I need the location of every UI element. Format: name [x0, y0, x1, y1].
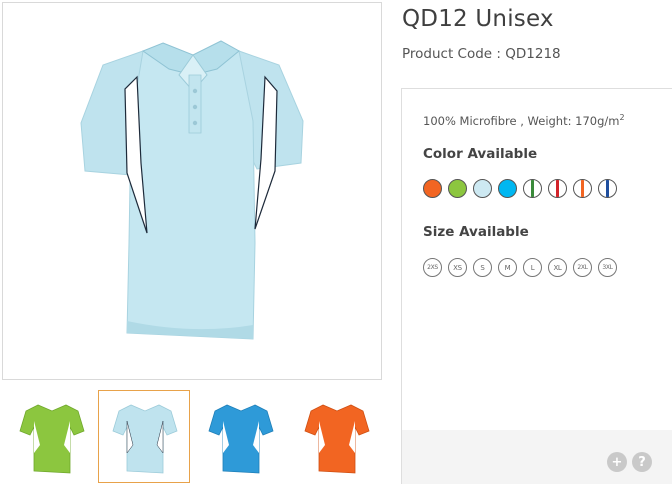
- size-option-l[interactable]: L: [523, 258, 542, 277]
- polo-shirt-thumbnail-icon: [304, 404, 370, 474]
- thumbnail-orange[interactable]: [290, 390, 382, 483]
- color-swatch-white-green[interactable]: [523, 179, 542, 198]
- swatch-stripe: [556, 180, 559, 197]
- product-info-panel: 100% Microfibre , Weight: 170g/m2 Color …: [401, 88, 672, 484]
- zoom-in-button[interactable]: +: [607, 452, 627, 472]
- thumbnail-blue[interactable]: [194, 390, 286, 483]
- size-list: 2XS XS S M L XL 2XL 3XL: [423, 258, 617, 278]
- size-option-m[interactable]: M: [498, 258, 517, 277]
- thumbnail-strip: [0, 388, 384, 484]
- polo-shirt-thumbnail-icon: [19, 404, 85, 474]
- color-swatch-white-orange[interactable]: [573, 179, 592, 198]
- swatch-stripe: [581, 180, 584, 197]
- color-swatch-white-navy[interactable]: [598, 179, 617, 198]
- material-spec-sup: 2: [619, 113, 625, 122]
- material-spec: 100% Microfibre , Weight: 170g/m2: [423, 113, 625, 128]
- help-button[interactable]: ?: [632, 452, 652, 472]
- material-spec-text: 100% Microfibre , Weight: 170g/m: [423, 113, 620, 128]
- color-swatch-light-blue[interactable]: [473, 179, 492, 198]
- polo-shirt-thumbnail-icon: [208, 404, 274, 474]
- product-code: Product Code : QD1218: [402, 46, 561, 62]
- size-option-s[interactable]: S: [473, 258, 492, 277]
- size-available-heading: Size Available: [423, 224, 529, 240]
- main-product-image[interactable]: [2, 2, 382, 380]
- color-available-heading: Color Available: [423, 146, 538, 162]
- info-panel-footer: [402, 430, 672, 484]
- swatch-stripe: [606, 180, 609, 197]
- size-option-2xs[interactable]: 2XS: [423, 258, 442, 277]
- color-swatch-list: [423, 179, 617, 199]
- thumbnail-light-blue[interactable]: [98, 390, 190, 483]
- polo-shirt-image: [80, 40, 304, 340]
- size-option-xs[interactable]: XS: [448, 258, 467, 277]
- product-title: QD12 Unisex: [402, 6, 554, 32]
- color-swatch-sky-blue[interactable]: [498, 179, 517, 198]
- color-swatch-lime[interactable]: [448, 179, 467, 198]
- size-option-xl[interactable]: XL: [548, 258, 567, 277]
- size-option-2xl[interactable]: 2XL: [573, 258, 592, 277]
- color-swatch-orange[interactable]: [423, 179, 442, 198]
- swatch-stripe: [531, 180, 534, 197]
- color-swatch-white-red[interactable]: [548, 179, 567, 198]
- polo-shirt-thumbnail-icon: [112, 404, 178, 474]
- size-option-3xl[interactable]: 3XL: [598, 258, 617, 277]
- thumbnail-lime[interactable]: [5, 390, 97, 483]
